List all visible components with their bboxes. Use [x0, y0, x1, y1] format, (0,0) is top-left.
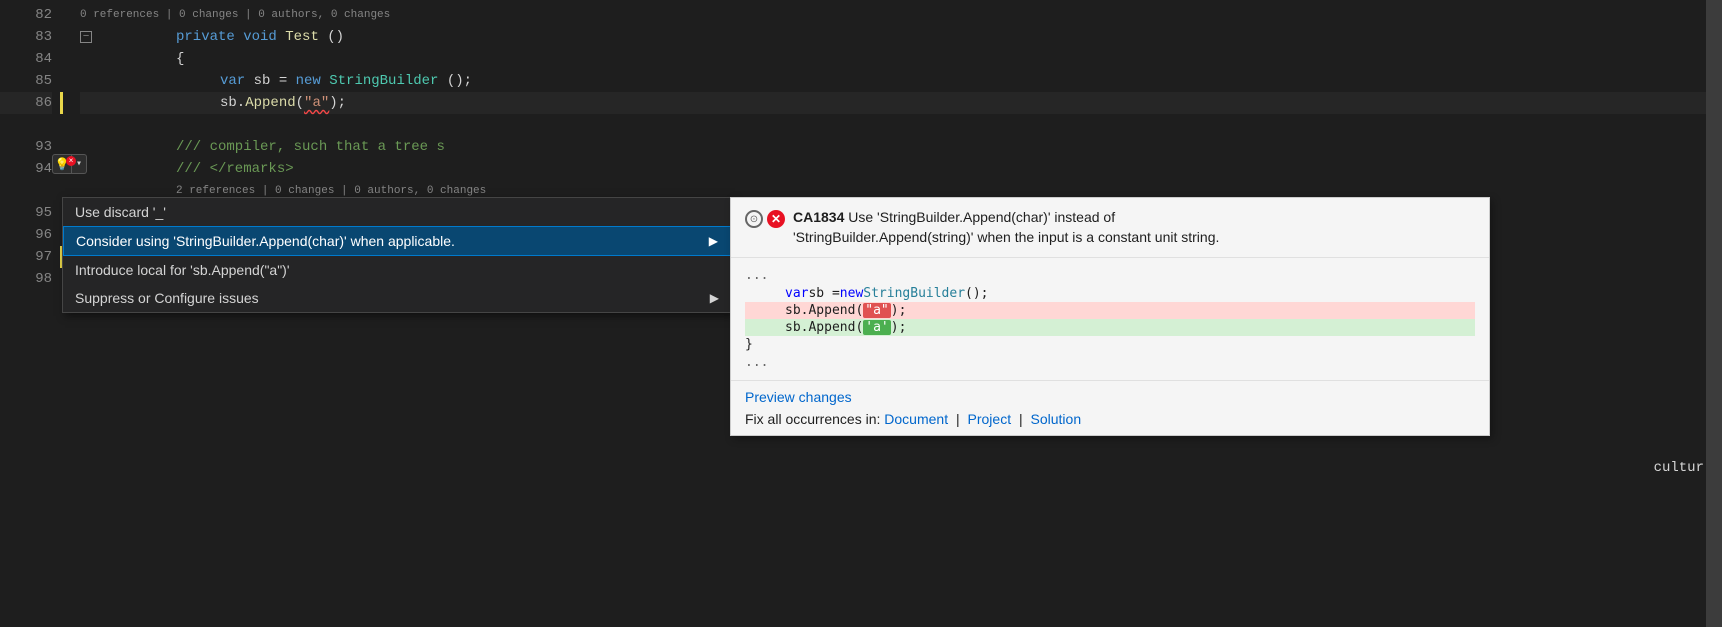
line-num-98: 98 — [0, 268, 52, 290]
method-append-86: Append — [245, 95, 295, 111]
code-line-83: − private void Test () — [80, 26, 1722, 48]
line-num-86: 86 — [0, 92, 52, 114]
line-num-94: 94 — [0, 158, 52, 180]
menu-item-use-discard-label: Use discard '_' — [75, 204, 166, 220]
fix-solution-link[interactable]: Solution — [1031, 411, 1082, 427]
quick-actions-menu: Use discard '_' Consider using 'StringBu… — [62, 197, 732, 313]
line-num-82: 82 — [0, 4, 52, 26]
plain-parens-83: () — [327, 29, 344, 45]
preview-code-line-brace: } — [745, 336, 1475, 353]
keyword-private-83: private — [176, 29, 243, 45]
line-num-95: 95 — [0, 202, 52, 224]
plain-sb-85: sb = — [254, 73, 296, 89]
string-a-86: "a" — [304, 95, 329, 111]
chevron-right-icon: ▶ — [709, 234, 718, 248]
code-line-85: var sb = new StringBuilder (); — [80, 70, 1722, 92]
preview-dots-1: ... — [745, 266, 1475, 285]
open-brace-84: { — [176, 48, 184, 70]
fix-all-prefix: Fix all occurrences in: — [745, 411, 880, 427]
preview-code-line-removed: sb.Append( "a" ); — [745, 302, 1475, 319]
preview-sb-added-close: ); — [891, 320, 907, 335]
fix-document-link[interactable]: Document — [884, 411, 948, 427]
preview-title-part1: Use 'StringBuilder.Append(char)' instead… — [848, 209, 1115, 225]
right-sidebar-text: cultur — [1654, 460, 1704, 476]
comment-93: /// compiler, such that a tree s — [176, 136, 445, 158]
fix-sep-2: | — [1019, 411, 1023, 427]
ref-text-82: 0 references | 0 changes | 0 authors, 0 … — [80, 4, 390, 26]
preview-type-sb: StringBuilder — [863, 286, 965, 301]
line-num-96: 96 — [0, 224, 52, 246]
line-num-93: 93 — [0, 136, 52, 158]
menu-item-use-discard[interactable]: Use discard '_' — [63, 198, 731, 226]
method-test: Test — [285, 29, 319, 45]
right-sidebar: cultur — [1706, 0, 1722, 627]
preview-footer: Preview changes Fix all occurrences in: … — [731, 380, 1489, 435]
keyword-void-83: void — [243, 29, 285, 45]
menu-item-introduce-local-label: Introduce local for 'sb.Append("a")' — [75, 262, 290, 278]
lightbulb-widget[interactable]: 💡 × ▾ — [52, 154, 87, 174]
code-line-94: /// </remarks> — [80, 158, 1722, 180]
preview-closing-brace: } — [745, 337, 753, 352]
chevron-right-suppress-icon: ▶ — [710, 291, 719, 305]
preview-sb-eq: sb = — [808, 286, 839, 301]
menu-item-consider-using-label: Consider using 'StringBuilder.Append(cha… — [76, 233, 455, 249]
highlight-removed-string: "a" — [863, 303, 890, 318]
preview-title-part2: 'StringBuilder.Append(string)' when the … — [793, 229, 1219, 245]
fix-project-link[interactable]: Project — [968, 411, 1012, 427]
type-stringbuilder-85: StringBuilder — [329, 73, 438, 89]
line-num-85: 85 — [0, 70, 52, 92]
code-line-84: { — [80, 48, 1722, 70]
preview-sb-removed-close: ); — [891, 303, 907, 318]
menu-item-introduce-local[interactable]: Introduce local for 'sb.Append("a")' — [63, 256, 731, 284]
line-num-84: 84 — [0, 48, 52, 70]
preview-kw-new: new — [840, 286, 863, 301]
collapse-icon-83[interactable]: − — [80, 31, 92, 43]
code-line-blank — [80, 114, 1722, 136]
preview-dots-2: ... — [745, 353, 1475, 372]
line-numbers: 82 83 84 85 86 93 94 95 96 97 98 — [0, 0, 60, 290]
line-num-97: 97 — [0, 246, 52, 268]
preview-code-line-added: sb.Append( 'a' ); — [745, 319, 1475, 336]
lightbulb-button[interactable]: 💡 × — [52, 154, 72, 174]
code-line-82-ref: 0 references | 0 changes | 0 authors, 0 … — [80, 4, 1722, 26]
preview-icons: ⊙ ✕ — [745, 210, 785, 228]
dropdown-arrow-icon: ▾ — [76, 158, 82, 170]
line-num-87 — [0, 114, 52, 136]
error-badge: × — [66, 156, 76, 166]
code-line-86: sb.Append("a"); — [80, 92, 1722, 114]
comment-94: /// </remarks> — [176, 158, 294, 180]
line-num-blank — [0, 180, 52, 202]
plain-sb-86: sb. — [220, 95, 245, 111]
menu-item-suppress-label: Suppress or Configure issues — [75, 290, 259, 306]
error-circle-icon: ✕ — [767, 210, 785, 228]
menu-item-suppress[interactable]: Suppress or Configure issues ▶ — [63, 284, 731, 312]
preview-sb-paren: (); — [965, 286, 988, 301]
preview-title: CA1834 Use 'StringBuilder.Append(char)' … — [793, 208, 1219, 247]
plain-parens-85: (); — [447, 73, 472, 89]
code-line-93: /// compiler, such that a tree s — [80, 136, 1722, 158]
preview-changes-link[interactable]: Preview changes — [745, 389, 852, 405]
preview-sb-removed: sb.Append( — [785, 303, 863, 318]
paren-open-86: ( — [296, 95, 304, 111]
preview-sb-added: sb.Append( — [785, 320, 863, 335]
circle-check-icon: ⊙ — [745, 210, 763, 228]
keyword-new-85: new — [296, 73, 330, 89]
fix-sep-1: | — [956, 411, 960, 427]
preview-panel: ⊙ ✕ CA1834 Use 'StringBuilder.Append(cha… — [730, 197, 1490, 436]
preview-code-line-sb: var sb = new StringBuilder (); — [745, 285, 1475, 302]
preview-kw-var: var — [785, 286, 808, 301]
preview-header: ⊙ ✕ CA1834 Use 'StringBuilder.Append(cha… — [731, 198, 1489, 258]
keyword-var-85: var — [220, 73, 254, 89]
menu-item-consider-using[interactable]: Consider using 'StringBuilder.Append(cha… — [63, 226, 731, 256]
fix-all-line: Fix all occurrences in: Document | Proje… — [745, 411, 1475, 427]
highlight-added-char: 'a' — [863, 320, 890, 335]
preview-code-area: ... var sb = new StringBuilder (); sb.Ap… — [731, 258, 1489, 380]
paren-close-86: ); — [329, 95, 346, 111]
preview-error-code: CA1834 — [793, 209, 844, 225]
line-num-83: 83 — [0, 26, 52, 48]
